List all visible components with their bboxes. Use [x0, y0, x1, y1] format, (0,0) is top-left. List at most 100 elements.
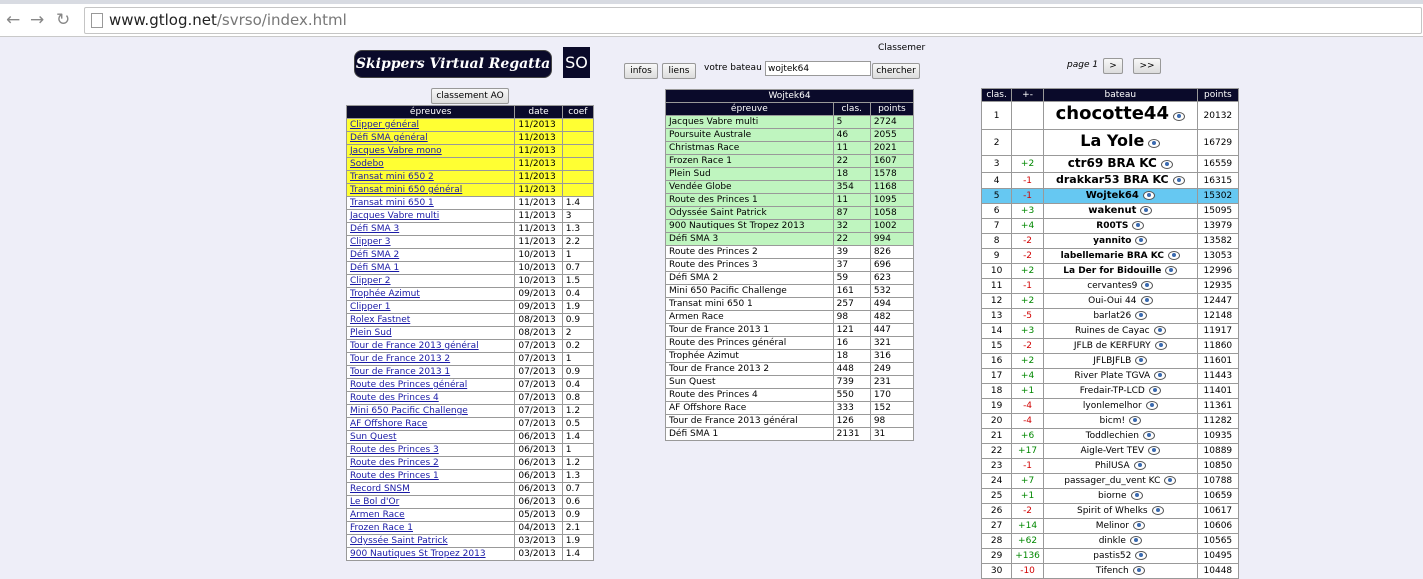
boat-name[interactable]: chocotte44	[1056, 103, 1169, 124]
eye-icon[interactable]	[1151, 506, 1164, 515]
boat-name[interactable]: River Plate TGVA	[1074, 371, 1150, 381]
boat-name[interactable]: La Yole	[1080, 131, 1144, 150]
eye-icon[interactable]	[1165, 266, 1178, 275]
epreuve-link[interactable]: Route des Princes général	[350, 380, 467, 390]
regatta-logo[interactable]: Skippers Virtual Regatta	[354, 50, 552, 78]
eye-icon[interactable]	[1129, 536, 1142, 545]
liens-button[interactable]: liens	[662, 63, 696, 79]
boat-name[interactable]: biorne	[1098, 491, 1127, 501]
epreuve-link[interactable]: Jacques Vabre mono	[350, 146, 442, 156]
epreuve-link[interactable]: Route des Princes 3	[350, 445, 439, 455]
eye-icon[interactable]	[1172, 176, 1185, 185]
eye-icon[interactable]	[1135, 236, 1148, 245]
epreuve-link[interactable]: Tour de France 2013 2	[350, 354, 450, 364]
boat-name[interactable]: Aigle-Vert TEV	[1081, 446, 1145, 456]
eye-icon[interactable]	[1141, 281, 1154, 290]
epreuve-link[interactable]: Frozen Race 1	[350, 523, 413, 533]
epreuve-link[interactable]: Clipper 2	[350, 276, 391, 286]
epreuve-link[interactable]: Le Bol d'Or	[350, 497, 399, 507]
boat-name[interactable]: PhilUSA	[1095, 461, 1130, 471]
boat-name[interactable]: R00TS	[1096, 221, 1128, 231]
eye-icon[interactable]	[1140, 206, 1153, 215]
boat-name[interactable]: barlat26	[1093, 311, 1131, 321]
boat-name[interactable]: yannito	[1093, 236, 1131, 246]
boat-name[interactable]: Tifench	[1096, 566, 1129, 576]
forward-arrow-icon[interactable]: →	[30, 10, 44, 30]
boat-name[interactable]: Spirit of Whelks	[1077, 506, 1148, 516]
eye-icon[interactable]	[1135, 356, 1148, 365]
boat-name[interactable]: Fredair-TP-LCD	[1080, 386, 1145, 396]
eye-icon[interactable]	[1148, 386, 1161, 395]
eye-icon[interactable]	[1154, 341, 1167, 350]
boat-name[interactable]: Wojtek64	[1086, 190, 1139, 201]
epreuve-link[interactable]: Défi SMA général	[350, 133, 428, 143]
epreuve-link[interactable]: Transat mini 650 1	[350, 198, 434, 208]
eye-icon[interactable]	[1145, 401, 1158, 410]
reload-icon[interactable]: ↻	[56, 10, 70, 30]
epreuve-link[interactable]: Sun Quest	[350, 432, 397, 442]
epreuve-link[interactable]: Transat mini 650 général	[350, 185, 462, 195]
boat-name[interactable]: bicm!	[1100, 416, 1126, 426]
boat-name[interactable]: ctr69 BRA KC	[1068, 156, 1157, 170]
boat-name[interactable]: dinkle	[1099, 536, 1126, 546]
classement-ao-button[interactable]: classement AO	[431, 88, 509, 104]
boat-name[interactable]: wakenut	[1088, 205, 1136, 216]
eye-icon[interactable]	[1132, 521, 1145, 530]
back-arrow-icon[interactable]: ←	[6, 10, 20, 30]
eye-icon[interactable]	[1142, 431, 1155, 440]
boat-name[interactable]: cervantes9	[1087, 281, 1137, 291]
boat-name[interactable]: Ruines de Cayac	[1075, 326, 1150, 336]
eye-icon[interactable]	[1129, 416, 1142, 425]
eye-icon[interactable]	[1130, 491, 1143, 500]
epreuve-link[interactable]: Mini 650 Pacific Challenge	[350, 406, 468, 416]
eye-icon[interactable]	[1135, 551, 1148, 560]
eye-icon[interactable]	[1133, 461, 1146, 470]
epreuve-link[interactable]: 900 Nautiques St Tropez 2013	[350, 549, 486, 559]
eye-icon[interactable]	[1148, 139, 1161, 148]
epreuve-link[interactable]: Sodebo	[350, 159, 384, 169]
next-page-button[interactable]: >	[1103, 58, 1123, 74]
epreuve-link[interactable]: Plein Sud	[350, 328, 392, 338]
boat-name[interactable]: lyonlemelhor	[1083, 401, 1142, 411]
epreuve-link[interactable]: Armen Race	[350, 510, 405, 520]
boat-name[interactable]: Toddlechien	[1086, 431, 1139, 441]
epreuve-link[interactable]: Trophée Azimut	[350, 289, 420, 299]
epreuve-link[interactable]: AF Offshore Race	[350, 419, 427, 429]
eye-icon[interactable]	[1140, 296, 1153, 305]
boat-search-input[interactable]	[765, 61, 871, 76]
eye-icon[interactable]	[1172, 112, 1185, 121]
epreuve-link[interactable]: Clipper 3	[350, 237, 391, 247]
epreuve-link[interactable]: Route des Princes 1	[350, 471, 439, 481]
epreuve-link[interactable]: Défi SMA 2	[350, 250, 399, 260]
so-logo[interactable]: SO	[563, 47, 590, 78]
boat-name[interactable]: La Der for Bidouille	[1063, 266, 1161, 276]
eye-icon[interactable]	[1167, 251, 1180, 260]
eye-icon[interactable]	[1164, 476, 1177, 485]
boat-name[interactable]: JFLBJFLB	[1093, 356, 1131, 366]
epreuve-link[interactable]: Tour de France 2013 général	[350, 341, 479, 351]
eye-icon[interactable]	[1132, 566, 1145, 575]
epreuve-link[interactable]: Clipper 1	[350, 302, 391, 312]
eye-icon[interactable]	[1148, 446, 1161, 455]
epreuve-link[interactable]: Rolex Fastnet	[350, 315, 410, 325]
epreuve-link[interactable]: Record SNSM	[350, 484, 410, 494]
boat-name[interactable]: passager_du_vent KC	[1064, 476, 1160, 486]
eye-icon[interactable]	[1160, 160, 1173, 169]
eye-icon[interactable]	[1142, 191, 1155, 200]
epreuve-link[interactable]: Défi SMA 3	[350, 224, 399, 234]
address-bar[interactable]: www.gtlog.net/svrso/index.html	[84, 7, 1422, 34]
eye-icon[interactable]	[1154, 371, 1167, 380]
boat-name[interactable]: drakkar53 BRA KC	[1056, 173, 1169, 186]
eye-icon[interactable]	[1132, 221, 1145, 230]
boat-name[interactable]: JFLB de KERFURY	[1074, 341, 1151, 351]
epreuve-link[interactable]: Route des Princes 4	[350, 393, 439, 403]
epreuve-link[interactable]: Défi SMA 1	[350, 263, 399, 273]
chercher-button[interactable]: chercher	[872, 63, 920, 79]
epreuve-link[interactable]: Route des Princes 2	[350, 458, 439, 468]
epreuve-link[interactable]: Tour de France 2013 1	[350, 367, 450, 377]
boat-name[interactable]: labellemarie BRA KC	[1061, 251, 1164, 261]
epreuve-link[interactable]: Clipper général	[350, 120, 419, 130]
epreuve-link[interactable]: Odyssée Saint Patrick	[350, 536, 448, 546]
boat-name[interactable]: Oui-Oui 44	[1088, 296, 1136, 306]
last-page-button[interactable]: >>	[1133, 58, 1161, 74]
